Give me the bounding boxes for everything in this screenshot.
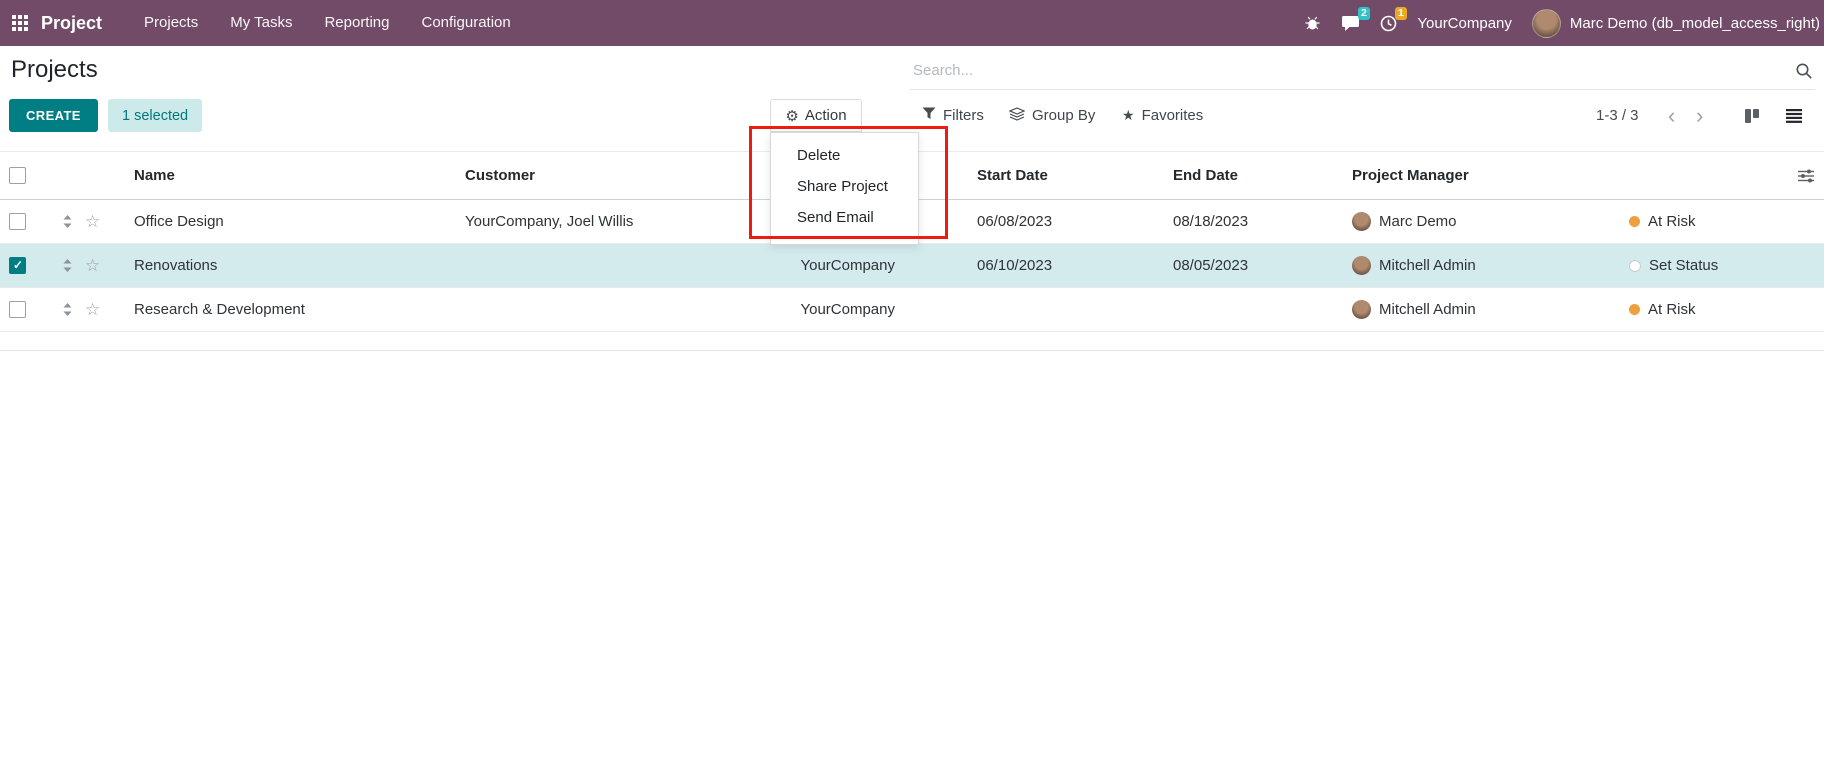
start-date-cell: 06/08/2023 — [977, 200, 1137, 243]
favorite-star-icon[interactable]: ☆ — [85, 200, 105, 243]
select-all-checkbox[interactable] — [9, 167, 26, 184]
top-navbar: Project Projects My Tasks Reporting Conf… — [0, 0, 1824, 46]
messages-badge: 2 — [1358, 7, 1371, 20]
manager-name: Mitchell Admin — [1379, 257, 1476, 274]
user-name: Marc Demo (db_model_access_right) — [1570, 15, 1820, 32]
customer-cell: YourCompany — [465, 288, 895, 331]
action-dropdown-menu: Delete Share Project Send Email — [770, 132, 919, 245]
search-icon[interactable] — [1795, 62, 1815, 80]
project-name: Research & Development — [134, 288, 454, 331]
group-by-label: Group By — [1032, 107, 1095, 124]
status-dot-icon — [1629, 216, 1640, 227]
kanban-view-button[interactable] — [1745, 99, 1760, 132]
activities-badge: 1 — [1395, 7, 1408, 20]
layers-icon — [1009, 107, 1025, 125]
search-bar — [910, 52, 1815, 90]
manager-avatar — [1352, 300, 1371, 319]
favorites-label: Favorites — [1142, 107, 1204, 124]
control-panel: CREATE 1 selected ⚙ Action Filters Group… — [0, 99, 1824, 133]
project-name: Office Design — [134, 200, 454, 243]
pager-counter: 1-3 / 3 — [1596, 99, 1639, 132]
manager-name: Marc Demo — [1379, 213, 1457, 230]
create-button[interactable]: CREATE — [9, 99, 98, 132]
project-manager-cell: Marc Demo — [1352, 200, 1597, 243]
action-menu-button[interactable]: ⚙ Action — [770, 99, 862, 132]
search-input[interactable] — [910, 62, 1795, 79]
debug-bug-icon[interactable] — [1304, 15, 1321, 31]
project-name: Renovations — [134, 244, 454, 287]
column-header-project-manager[interactable]: Project Manager — [1352, 152, 1597, 199]
nav-item-projects[interactable]: Projects — [128, 0, 214, 46]
column-header-end-date[interactable]: End Date — [1173, 152, 1328, 199]
activities-icon[interactable]: 1 — [1380, 15, 1397, 32]
status-cell[interactable]: At Risk — [1629, 200, 1789, 243]
systray: 2 1 YourCompany Marc Demo (db_model_acce… — [1304, 9, 1824, 38]
drag-handle-icon[interactable] — [63, 244, 77, 287]
list-footer-border — [0, 350, 1824, 351]
action-label: Action — [805, 107, 847, 124]
drag-handle-icon[interactable] — [63, 288, 77, 331]
end-date-cell — [1173, 288, 1328, 331]
manager-avatar — [1352, 256, 1371, 275]
status-label: At Risk — [1648, 301, 1696, 318]
pager-next-button[interactable]: › — [1696, 99, 1703, 132]
status-cell[interactable]: Set Status — [1629, 244, 1789, 287]
app-name[interactable]: Project — [41, 13, 102, 34]
column-header-name[interactable]: Name — [134, 152, 454, 199]
start-date-cell — [977, 288, 1137, 331]
row-checkbox-checked[interactable] — [9, 257, 26, 274]
menu-item-delete[interactable]: Delete — [771, 140, 918, 171]
project-manager-cell: Mitchell Admin — [1352, 288, 1597, 331]
filters-button[interactable]: Filters — [922, 99, 984, 132]
column-header-start-date[interactable]: Start Date — [977, 152, 1137, 199]
star-icon: ★ — [1122, 107, 1135, 124]
customer-cell: YourCompany — [465, 244, 895, 287]
status-label: At Risk — [1648, 213, 1696, 230]
filters-label: Filters — [943, 107, 984, 124]
group-by-button[interactable]: Group By — [1009, 99, 1095, 132]
optional-columns-icon[interactable] — [1798, 152, 1820, 199]
selected-count-badge: 1 selected — [108, 99, 202, 132]
drag-handle-icon[interactable] — [63, 200, 77, 243]
apps-menu-icon[interactable] — [12, 15, 28, 31]
table-row-renovations[interactable]: ☆ Renovations YourCompany 06/10/2023 08/… — [0, 244, 1824, 288]
status-dot-icon — [1629, 304, 1640, 315]
gear-icon: ⚙ — [785, 107, 798, 125]
favorite-star-icon[interactable]: ☆ — [85, 244, 105, 287]
user-avatar — [1532, 9, 1561, 38]
filter-funnel-icon — [922, 107, 936, 124]
status-dot-icon — [1629, 260, 1641, 272]
user-menu[interactable]: Marc Demo (db_model_access_right) — [1532, 9, 1820, 38]
breadcrumb-title: Projects — [11, 56, 98, 84]
table-row-research-development[interactable]: ☆ Research & Development YourCompany Mit… — [0, 288, 1824, 332]
row-checkbox[interactable] — [9, 301, 26, 318]
end-date-cell: 08/05/2023 — [1173, 244, 1328, 287]
manager-name: Mitchell Admin — [1379, 301, 1476, 318]
nav-item-my-tasks[interactable]: My Tasks — [214, 0, 308, 46]
list-view-button[interactable] — [1786, 99, 1802, 132]
row-checkbox[interactable] — [9, 213, 26, 230]
favorites-button[interactable]: ★ Favorites — [1122, 99, 1203, 132]
nav-item-configuration[interactable]: Configuration — [406, 0, 527, 46]
pager-previous-button[interactable]: ‹ — [1668, 99, 1675, 132]
favorite-star-icon[interactable]: ☆ — [85, 288, 105, 331]
main-menu: Projects My Tasks Reporting Configuratio… — [128, 0, 527, 46]
start-date-cell: 06/10/2023 — [977, 244, 1137, 287]
end-date-cell: 08/18/2023 — [1173, 200, 1328, 243]
menu-item-share-project[interactable]: Share Project — [771, 171, 918, 202]
nav-item-reporting[interactable]: Reporting — [308, 0, 405, 46]
manager-avatar — [1352, 212, 1371, 231]
company-switcher[interactable]: YourCompany — [1417, 15, 1512, 32]
project-manager-cell: Mitchell Admin — [1352, 244, 1597, 287]
status-cell[interactable]: At Risk — [1629, 288, 1789, 331]
status-label: Set Status — [1649, 257, 1718, 274]
messages-icon[interactable]: 2 — [1341, 15, 1360, 32]
menu-item-send-email[interactable]: Send Email — [771, 202, 918, 233]
